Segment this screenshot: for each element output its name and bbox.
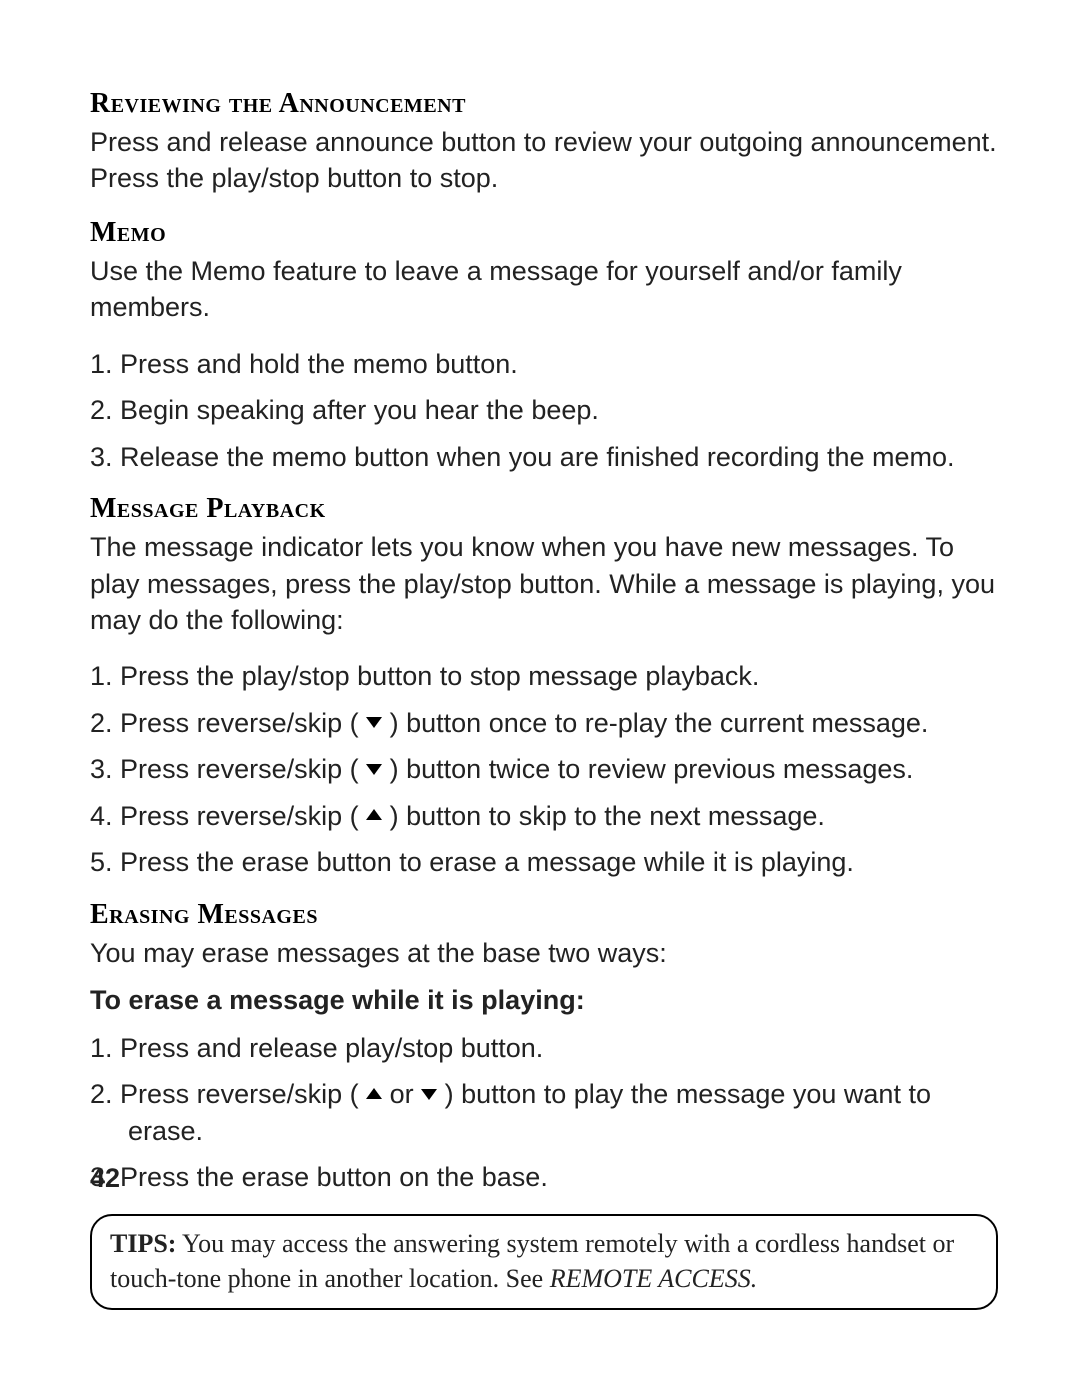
section-reviewing-announcement: Reviewing the Announcement Press and rel…	[90, 88, 998, 197]
tips-text: TIPS: You may access the answering syste…	[110, 1226, 978, 1296]
heading-erasing: Erasing Messages	[90, 899, 998, 931]
body-memo: Use the Memo feature to leave a message …	[90, 253, 998, 326]
list-item: Begin speaking after you hear the beep.	[90, 392, 998, 428]
list-item: Press the erase button on the base.	[90, 1159, 998, 1195]
list-item: Press the erase button to erase a messag…	[90, 844, 998, 880]
page-number: 42	[90, 1163, 120, 1194]
tips-callout: TIPS: You may access the answering syste…	[90, 1214, 998, 1310]
heading-playback: Message Playback	[90, 493, 998, 525]
list-item: Press reverse/skip ( or ) button to play…	[90, 1076, 998, 1149]
list-item: Press reverse/skip ( ) button twice to r…	[90, 751, 998, 787]
list-item: Press and hold the memo button.	[90, 346, 998, 382]
step-text: ) button twice to review previous messag…	[390, 754, 914, 784]
step-text: Press reverse/skip (	[120, 1079, 359, 1109]
step-text: Press reverse/skip (	[120, 708, 359, 738]
subheading-erase-playing: To erase a message while it is playing:	[90, 985, 998, 1016]
playback-steps: Press the play/stop button to stop messa…	[90, 658, 998, 880]
list-item: Press reverse/skip ( ) button once to re…	[90, 705, 998, 741]
section-memo: Memo Use the Memo feature to leave a mes…	[90, 217, 998, 475]
triangle-down-icon	[366, 764, 382, 775]
step-text: ) button once to re-play the current mes…	[390, 708, 929, 738]
step-text: or	[390, 1079, 422, 1109]
body-playback: The message indicator lets you know when…	[90, 529, 998, 638]
heading-reviewing: Reviewing the Announcement	[90, 88, 998, 120]
list-item: Release the memo button when you are fin…	[90, 439, 998, 475]
body-reviewing: Press and release announce button to rev…	[90, 124, 998, 197]
step-text: ) button to skip to the next message.	[390, 801, 825, 831]
manual-page: Reviewing the Announcement Press and rel…	[0, 0, 1080, 1374]
section-message-playback: Message Playback The message indicator l…	[90, 493, 998, 881]
triangle-up-icon	[366, 1088, 382, 1099]
triangle-down-icon	[366, 717, 382, 728]
step-text: Press reverse/skip (	[120, 801, 359, 831]
body-erasing: You may erase messages at the base two w…	[90, 935, 998, 971]
section-erasing-messages: Erasing Messages You may erase messages …	[90, 899, 998, 1310]
memo-steps: Press and hold the memo button. Begin sp…	[90, 346, 998, 475]
triangle-up-icon	[366, 809, 382, 820]
tips-reference: REMOTE ACCESS.	[550, 1264, 758, 1293]
heading-memo: Memo	[90, 217, 998, 249]
list-item: Press the play/stop button to stop messa…	[90, 658, 998, 694]
tips-label: TIPS:	[110, 1229, 176, 1258]
erase-steps: Press and release play/stop button. Pres…	[90, 1030, 998, 1196]
triangle-down-icon	[421, 1089, 437, 1100]
list-item: Press and release play/stop button.	[90, 1030, 998, 1066]
list-item: Press reverse/skip ( ) button to skip to…	[90, 798, 998, 834]
tips-body: You may access the answering system remo…	[110, 1229, 954, 1293]
step-text: Press reverse/skip (	[120, 754, 359, 784]
